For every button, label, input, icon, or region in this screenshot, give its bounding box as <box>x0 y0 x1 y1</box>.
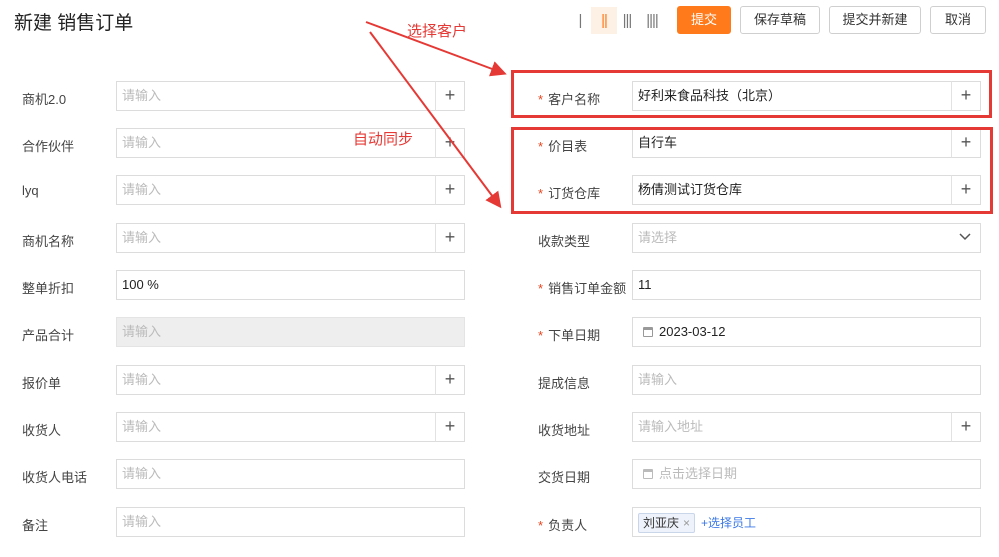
field-label-commission: 提成信息 <box>538 373 590 392</box>
commission-input[interactable]: 请输入 <box>632 365 981 395</box>
address-input[interactable]: 请输入地址 <box>632 412 952 442</box>
field-label-partner: 合作伙伴 <box>22 139 75 154</box>
calendar-icon <box>643 327 653 337</box>
field-label-product-total: 产品合计 <box>22 328 75 343</box>
lyq-input[interactable]: 请输入 <box>116 175 436 205</box>
customer-highlight-box <box>511 70 992 118</box>
field-label-text: 提成信息 <box>538 376 591 391</box>
delivery-date-placeholder: 点击选择日期 <box>659 466 738 481</box>
field-label-order-amount: * 销售订单金额 <box>538 278 626 297</box>
field-label-delivery-date: 交货日期 <box>538 467 590 486</box>
owner-field[interactable]: 刘亚庆 × +选择员工 <box>632 507 981 537</box>
order-date-value: 2023-03-12 <box>659 324 726 339</box>
field-label-address: 收货地址 <box>538 420 590 439</box>
field-label-opportunity2: 商机2.0 <box>22 92 67 107</box>
field-label-payment-type: 收款类型 <box>538 231 590 250</box>
owner-tag: 刘亚庆 × <box>638 512 696 533</box>
plus-icon[interactable]: + <box>435 175 465 205</box>
select-customer-annotation: 选择客户 <box>407 23 468 40</box>
field-label-opportunity-name: 商机名称 <box>22 234 75 249</box>
submit-button[interactable]: 提交 <box>677 6 731 34</box>
plus-icon[interactable]: + <box>435 81 465 111</box>
opportunity2-input[interactable]: 请输入 <box>116 81 436 111</box>
field-label-order-date: * 下单日期 <box>538 325 600 344</box>
select-employee-link[interactable]: +选择员工 <box>701 516 756 530</box>
plus-icon[interactable]: + <box>435 365 465 395</box>
submit-and-new-button[interactable]: 提交并新建 <box>829 6 921 34</box>
owner-tag-label: 刘亚庆 <box>643 515 680 530</box>
field-label-text: 下单日期 <box>548 328 601 343</box>
plus-icon[interactable]: + <box>435 223 465 253</box>
save-draft-button[interactable]: 保存草稿 <box>740 6 820 34</box>
page-title: 新建 销售订单 <box>14 13 134 34</box>
cancel-button[interactable]: 取消 <box>930 6 986 34</box>
auto-sync-annotation: 自动同步 <box>353 131 414 148</box>
payment-type-select[interactable]: 请选择 <box>632 223 981 253</box>
required-mark: * <box>538 518 544 533</box>
close-icon[interactable]: × <box>683 516 690 530</box>
delivery-date-input[interactable]: 点击选择日期 <box>632 459 981 489</box>
receiver-phone-input[interactable]: 请输入 <box>116 459 465 489</box>
field-label-receiver: 收货人 <box>22 423 62 438</box>
field-label-text: 销售订单金额 <box>548 281 627 296</box>
product-total-input: 请输入 <box>116 317 465 347</box>
auto-sync-highlight-box <box>511 127 993 214</box>
field-label-text: 交货日期 <box>538 470 591 485</box>
opportunity-name-input[interactable]: 请输入 <box>116 223 436 253</box>
field-label-owner: * 负责人 <box>538 515 587 534</box>
layout-4col-button[interactable]: |||| <box>639 7 665 34</box>
layout-1col-button[interactable]: | <box>567 7 593 34</box>
field-label-text: 收货地址 <box>538 423 591 438</box>
chevron-down-icon[interactable] <box>958 230 972 247</box>
receiver-input[interactable]: 请输入 <box>116 412 436 442</box>
order-amount-input[interactable]: 11 <box>632 270 981 300</box>
order-date-input[interactable]: 2023-03-12 <box>632 317 981 347</box>
quote-input[interactable]: 请输入 <box>116 365 436 395</box>
field-label-receiver-phone: 收货人电话 <box>22 470 88 485</box>
plus-icon[interactable]: + <box>951 412 981 442</box>
calendar-icon <box>643 469 653 479</box>
layout-3col-button[interactable]: ||| <box>614 7 640 34</box>
field-label-quote: 报价单 <box>22 376 62 391</box>
field-label-text: 收款类型 <box>538 234 591 249</box>
plus-icon[interactable]: + <box>435 128 465 158</box>
required-mark: * <box>538 328 544 343</box>
plus-icon[interactable]: + <box>435 412 465 442</box>
required-mark: * <box>538 281 544 296</box>
discount-input[interactable]: 100 % <box>116 270 465 300</box>
field-label-remarks: 备注 <box>22 518 49 533</box>
field-label-discount: 整单折扣 <box>22 281 75 296</box>
field-label-text: 负责人 <box>548 518 588 533</box>
field-label-lyq: lyq <box>22 183 39 198</box>
remarks-input[interactable]: 请输入 <box>116 507 465 537</box>
